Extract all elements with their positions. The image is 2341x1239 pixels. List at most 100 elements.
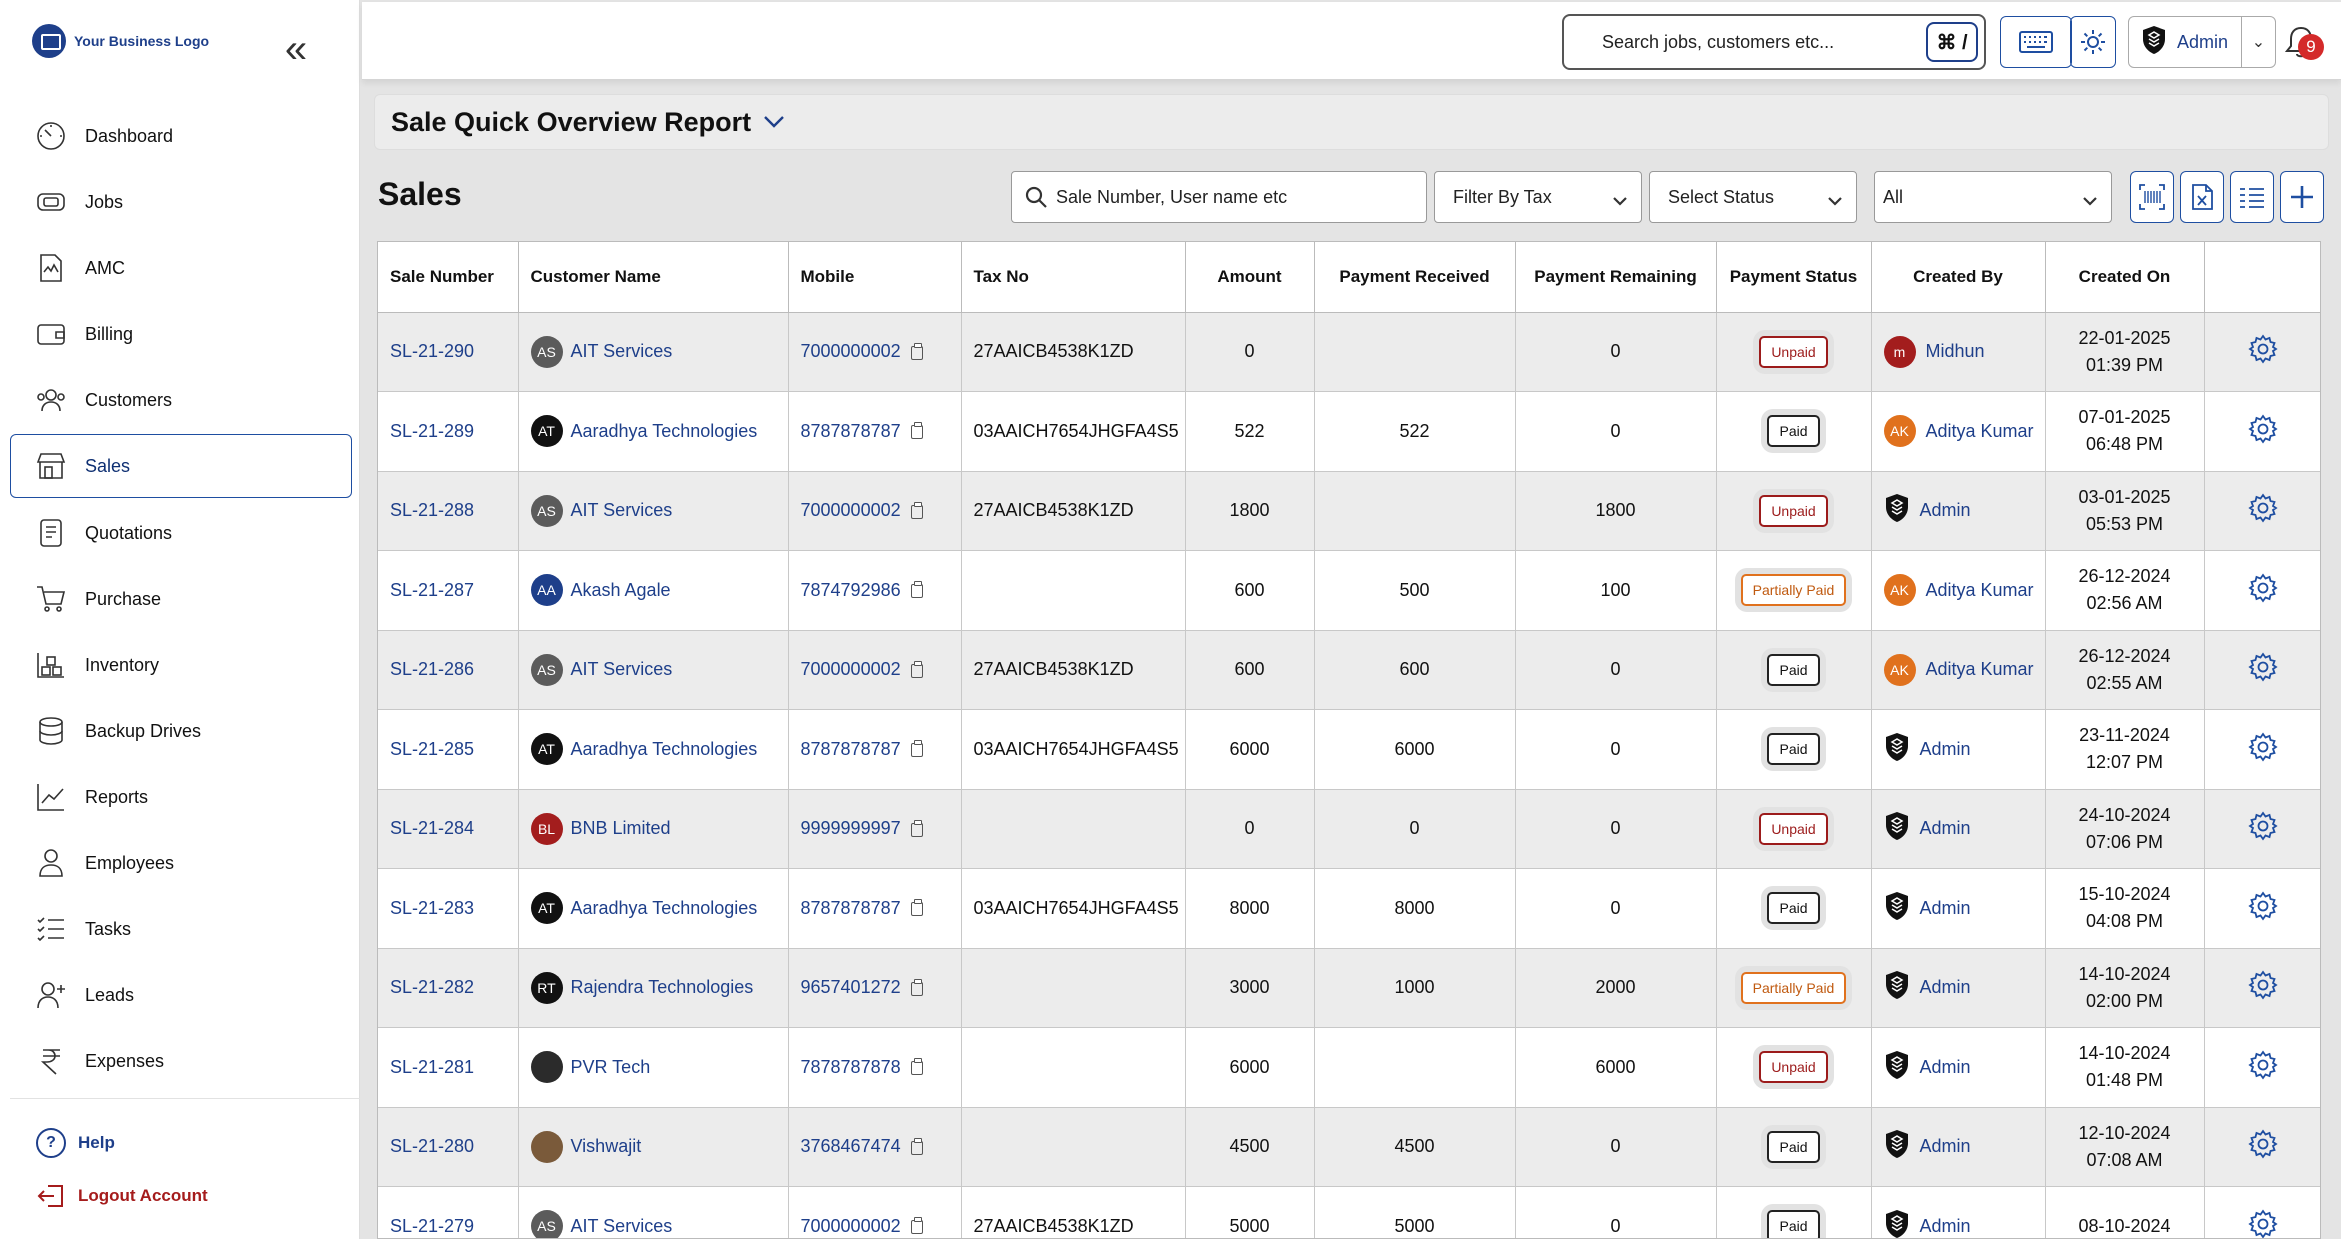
customer-name-link[interactable]: Vishwajit (571, 1136, 642, 1157)
chevron-down-icon[interactable] (763, 115, 785, 129)
table-row[interactable]: SL-21-279 AS AIT Services 7000000002 27AA… (378, 1186, 2320, 1238)
status-badge[interactable]: Paid (1767, 1130, 1820, 1163)
customer-name-link[interactable]: Rajendra Technologies (571, 977, 754, 998)
copy-icon[interactable] (910, 819, 923, 837)
gear-icon[interactable] (2247, 334, 2279, 369)
gear-icon[interactable] (2247, 732, 2279, 767)
sale-number-link[interactable]: SL-21-286 (390, 659, 474, 679)
column-header[interactable]: Payment Status (1716, 242, 1872, 313)
customer-name-link[interactable]: Aaradhya Technologies (571, 739, 758, 760)
status-badge[interactable]: Partially Paid (1740, 971, 1847, 1004)
customer-name-link[interactable]: AIT Services (571, 659, 673, 680)
table-row[interactable]: SL-21-290 AS AIT Services 7000000002 27AA… (378, 312, 2320, 392)
sidebar-item-jobs[interactable]: Jobs (10, 170, 352, 233)
sidebar-item-amc[interactable]: AMC (10, 236, 352, 299)
gear-icon[interactable] (2247, 811, 2279, 846)
created-by-link[interactable]: Admin (1920, 818, 1971, 839)
copy-icon[interactable] (910, 1058, 923, 1075)
column-header[interactable]: Created By (1871, 242, 2046, 313)
sale-number-link[interactable]: SL-21-284 (390, 818, 474, 838)
created-by-link[interactable]: Admin (1920, 500, 1971, 521)
created-by-link[interactable]: Aditya Kumar (1926, 580, 2034, 601)
column-header[interactable]: Customer Name (518, 242, 789, 313)
status-badge[interactable]: Unpaid (1759, 494, 1828, 527)
sale-number-link[interactable]: SL-21-290 (390, 341, 474, 361)
gear-icon[interactable] (2247, 891, 2279, 926)
sale-number-link[interactable]: SL-21-282 (390, 977, 474, 997)
mobile-link[interactable]: 7000000002 (801, 341, 901, 361)
customer-name-link[interactable]: BNB Limited (571, 818, 671, 839)
sale-number-link[interactable]: SL-21-281 (390, 1057, 474, 1077)
sidebar-item-quotations[interactable]: Quotations (10, 501, 352, 564)
report-selector[interactable]: Sale Quick Overview Report (374, 94, 2329, 150)
sale-number-link[interactable]: SL-21-280 (390, 1136, 474, 1156)
mobile-link[interactable]: 7878787878 (801, 1057, 901, 1077)
mobile-link[interactable]: 7000000002 (801, 1216, 901, 1236)
sale-number-link[interactable]: SL-21-287 (390, 580, 474, 600)
copy-icon[interactable] (910, 899, 923, 916)
copy-icon[interactable] (910, 740, 923, 757)
gear-icon[interactable] (2247, 970, 2279, 1005)
sidebar-item-dashboard[interactable]: Dashboard (10, 104, 352, 167)
table-row[interactable]: SL-21-286 AS AIT Services 7000000002 27AA… (378, 630, 2320, 710)
gear-icon[interactable] (2247, 1050, 2279, 1085)
user-menu[interactable]: Admin ⌄ (2128, 16, 2276, 68)
filter-status-select[interactable]: Select Status (1649, 171, 1857, 223)
gear-icon[interactable] (2247, 1209, 2279, 1238)
copy-icon[interactable] (910, 1217, 923, 1234)
mobile-link[interactable]: 8787878787 (801, 739, 901, 759)
export-excel-button[interactable] (2180, 171, 2224, 223)
customer-name-link[interactable]: PVR Tech (571, 1057, 651, 1078)
customer-name-link[interactable]: Aaradhya Technologies (571, 421, 758, 442)
gear-icon[interactable] (2247, 414, 2279, 449)
sidebar-item-expenses[interactable]: Expenses (10, 1029, 352, 1092)
mobile-link[interactable]: 8787878787 (801, 421, 901, 441)
customer-name-link[interactable]: AIT Services (571, 500, 673, 521)
status-badge[interactable]: Partially Paid (1740, 574, 1847, 607)
table-row[interactable]: SL-21-288 AS AIT Services 7000000002 27AA… (378, 471, 2320, 551)
sidebar-item-tasks[interactable]: Tasks (10, 897, 352, 960)
customer-name-link[interactable]: Aaradhya Technologies (571, 898, 758, 919)
column-header[interactable]: Payment Remaining (1515, 242, 1717, 313)
sidebar-item-backup[interactable]: Backup Drives (10, 699, 352, 762)
add-sale-button[interactable] (2280, 171, 2324, 223)
logout-link[interactable]: Logout Account (36, 1183, 208, 1209)
created-by-link[interactable]: Admin (1920, 1057, 1971, 1078)
customer-name-link[interactable]: AIT Services (571, 341, 673, 362)
barcode-button[interactable] (2130, 171, 2174, 223)
table-row[interactable]: SL-21-283 AT Aaradhya Technologies 878787… (378, 868, 2320, 949)
sidebar-item-reports[interactable]: Reports (10, 765, 352, 828)
status-badge[interactable]: Paid (1767, 1210, 1820, 1238)
status-badge[interactable]: Paid (1767, 892, 1820, 925)
created-by-link[interactable]: Admin (1920, 977, 1971, 998)
table-row[interactable]: SL-21-289 AT Aaradhya Technologies 878787… (378, 391, 2320, 472)
copy-icon[interactable] (910, 581, 923, 598)
status-badge[interactable]: Paid (1767, 653, 1820, 686)
filter-all-select[interactable]: All (1874, 171, 2112, 223)
customer-name-link[interactable]: Akash Agale (571, 580, 671, 601)
brand-logo[interactable]: Your Business Logo (32, 24, 209, 58)
customer-name-link[interactable]: AIT Services (571, 1216, 673, 1237)
theme-toggle-button[interactable] (2070, 16, 2116, 68)
copy-icon[interactable] (910, 501, 923, 519)
help-link[interactable]: ? Help (36, 1128, 115, 1158)
table-row[interactable]: SL-21-281 PVR Tech 7878787878 6000 6000 … (378, 1027, 2320, 1108)
gear-icon[interactable] (2247, 1129, 2279, 1164)
sidebar-item-purchase[interactable]: Purchase (10, 567, 352, 630)
sidebar-item-billing[interactable]: Billing (10, 302, 352, 365)
copy-icon[interactable] (910, 978, 923, 996)
status-badge[interactable]: Paid (1767, 415, 1820, 448)
shortcut-badge[interactable]: ⌘ / (1926, 22, 1978, 62)
column-header[interactable]: Sale Number (378, 242, 519, 313)
global-search-input[interactable]: Search jobs, customers etc... ⌘ / (1562, 14, 1986, 70)
mobile-link[interactable]: 7000000002 (801, 659, 901, 679)
columns-button[interactable] (2230, 171, 2274, 223)
column-header[interactable]: Tax No (961, 242, 1186, 313)
copy-icon[interactable] (910, 422, 923, 439)
status-badge[interactable]: Paid (1767, 733, 1820, 766)
gear-icon[interactable] (2247, 493, 2279, 528)
chevron-down-icon[interactable]: ⌄ (2241, 17, 2275, 67)
column-header[interactable]: Payment Received (1314, 242, 1516, 313)
created-by-link[interactable]: Aditya Kumar (1926, 421, 2034, 442)
mobile-link[interactable]: 9999999997 (801, 818, 901, 838)
